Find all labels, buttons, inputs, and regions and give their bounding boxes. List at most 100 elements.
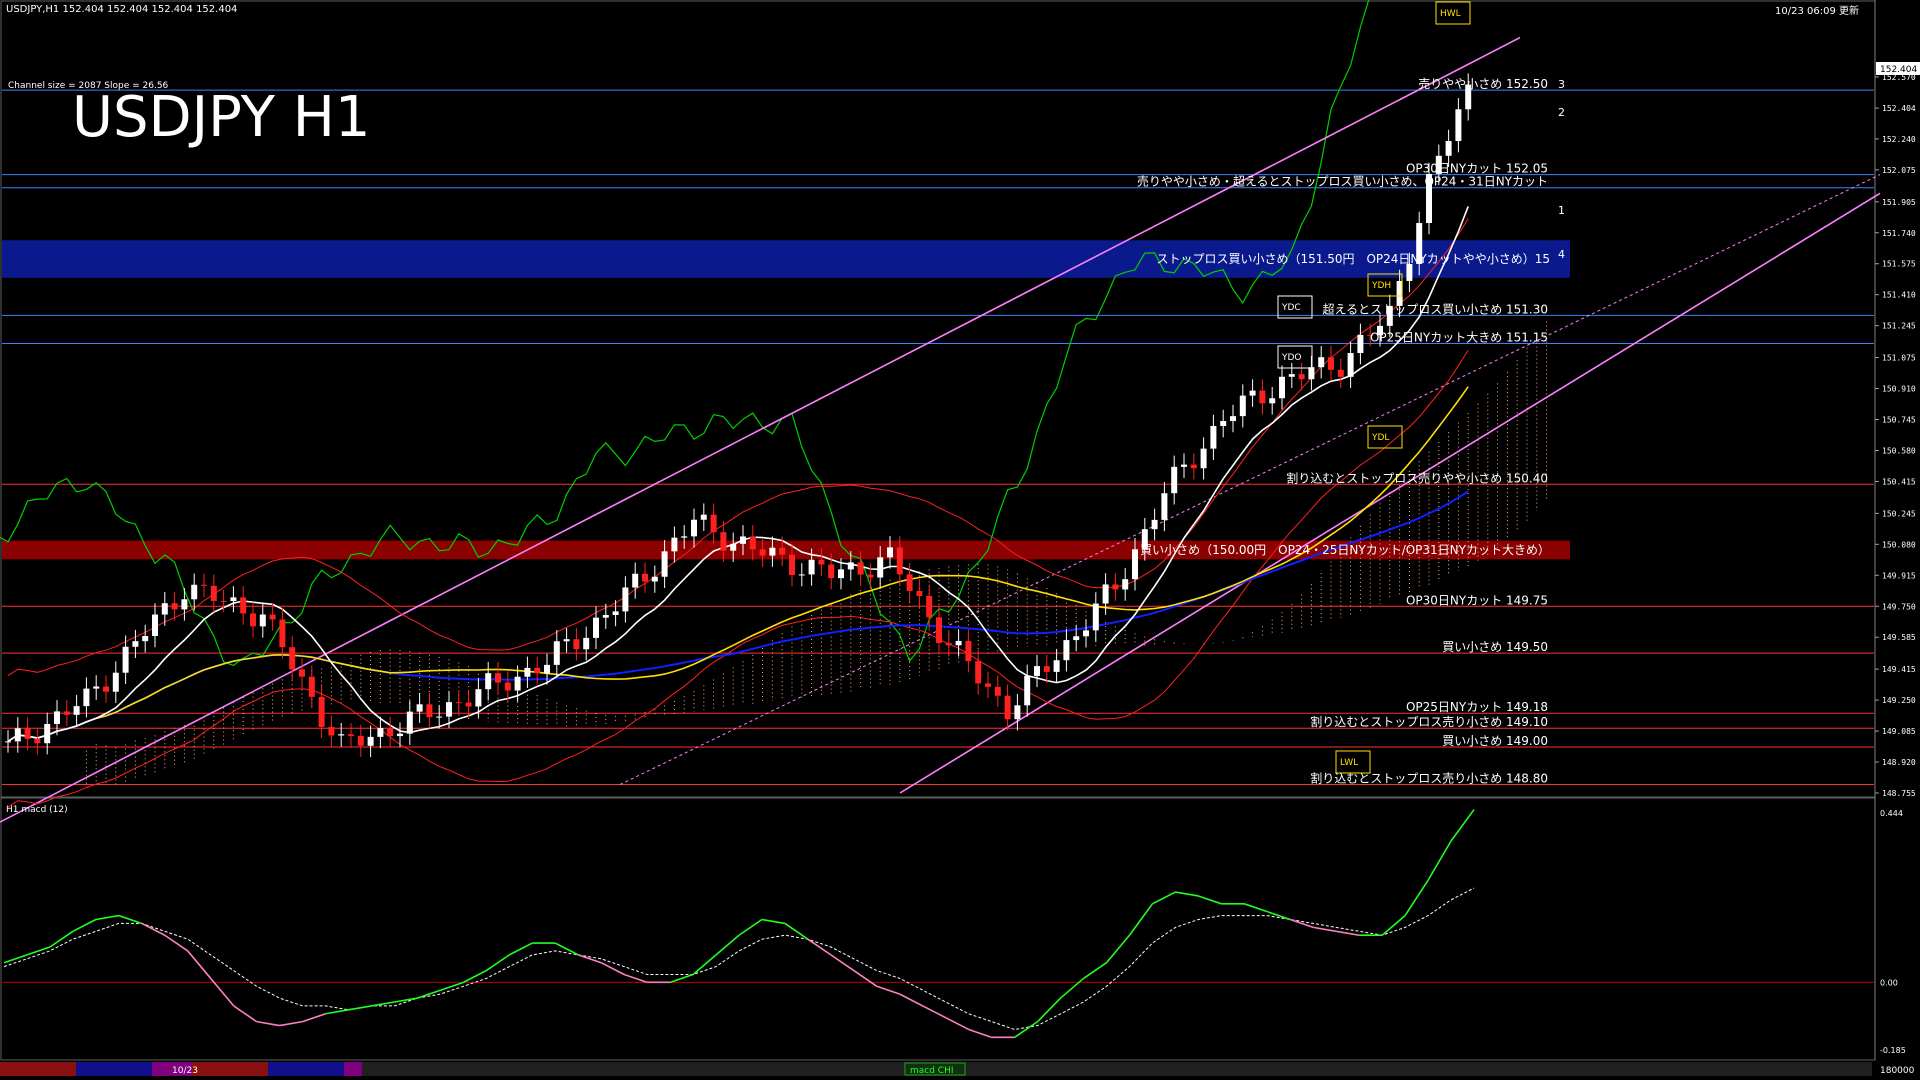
y-tick-label: 151.905 <box>1882 198 1916 207</box>
candle-body <box>1318 357 1325 368</box>
candle-body <box>318 696 325 727</box>
candle-body <box>1249 390 1256 396</box>
candle-body <box>308 676 315 697</box>
candle-body <box>651 576 658 582</box>
macd-zero-label: 0.00 <box>1880 978 1898 987</box>
candle-body <box>916 590 923 596</box>
candle-body <box>1034 666 1040 676</box>
price-level-label: OP25日NYカット 149.18 <box>1406 700 1548 714</box>
update-timestamp: 10/23 06:09 更新 <box>1775 4 1859 17</box>
candle-body <box>1239 395 1246 417</box>
y-tick-label: 149.250 <box>1882 696 1916 705</box>
y-tick-label: 151.245 <box>1882 322 1916 331</box>
y-tick-label: 150.080 <box>1882 540 1916 549</box>
candle-body <box>1043 666 1050 672</box>
candle-body <box>681 536 688 538</box>
candle-body <box>1092 603 1099 631</box>
box-marker-label: YDC <box>1281 303 1301 313</box>
candle-body <box>181 599 188 610</box>
candle-body <box>34 738 41 744</box>
y-tick-label: 148.755 <box>1882 789 1916 798</box>
price-level-label: 割り込むとストップロス売り小さめ 149.10 <box>1310 714 1548 729</box>
candle-body <box>808 559 815 575</box>
candle-body <box>1073 636 1080 641</box>
candle-body <box>877 557 884 578</box>
candle-body <box>1259 390 1266 404</box>
chart-title: USDJPY H1 <box>72 85 370 150</box>
candle-body <box>955 640 962 646</box>
candle-body <box>828 564 835 579</box>
box-marker-label: HWL <box>1440 9 1461 19</box>
price-level-label: 売りやや小さめ・超えるとストップロス買い小さめ、OP24・31日NYカット <box>1137 174 1548 189</box>
candle-body <box>1102 584 1109 604</box>
candle-body <box>1181 464 1187 467</box>
candle-body <box>1269 398 1276 404</box>
candle-body <box>377 728 384 737</box>
y-tick-label: 152.240 <box>1882 135 1916 144</box>
candle-body <box>593 617 599 638</box>
price-level-label: 買い小さめ 149.00 <box>1442 734 1548 748</box>
current-price-label: 152.404 <box>1880 65 1917 75</box>
candle-body <box>1063 640 1070 661</box>
channel-label: 3 <box>1558 78 1565 91</box>
candle-body <box>14 728 21 742</box>
candle-body <box>455 702 462 704</box>
candle-body <box>220 600 227 602</box>
y-tick-label: 151.075 <box>1882 354 1916 363</box>
candle-body <box>602 614 609 618</box>
candle-body <box>975 661 982 684</box>
candle-body <box>544 664 550 674</box>
candle-body <box>1161 493 1168 520</box>
candle-body <box>112 672 119 692</box>
price-level-label: 割り込むとストップロス売り小さめ 148.80 <box>1310 771 1548 786</box>
footer-right-value: 180000 <box>1880 1066 1915 1076</box>
candle-body <box>240 597 247 614</box>
candle-body <box>152 614 158 637</box>
candle-body <box>730 543 737 551</box>
candle-body <box>142 636 149 642</box>
candle-body <box>700 514 707 520</box>
candle-body <box>965 640 972 662</box>
candle-body <box>926 595 933 618</box>
candle-body <box>132 641 139 647</box>
candle-body <box>769 547 776 556</box>
candle-body <box>906 574 913 591</box>
y-tick-label: 149.085 <box>1882 727 1916 736</box>
price-level-label: 割り込むとストップロス売りやや小さめ 150.40 <box>1286 470 1548 485</box>
candle-body <box>103 686 109 692</box>
candle-body <box>887 547 893 558</box>
channel-label: 1 <box>1558 204 1565 217</box>
price-level-label: 売りやや小さめ 152.50 <box>1418 76 1548 91</box>
macd-top-label: 0.444 <box>1880 809 1903 818</box>
candle-body <box>485 673 492 690</box>
candle-body <box>798 574 805 576</box>
candle-body <box>1083 630 1089 637</box>
candle-body <box>63 711 70 715</box>
candle-body <box>720 532 727 551</box>
candle-body <box>1024 675 1031 706</box>
candle-body <box>259 614 266 627</box>
candle-body <box>994 686 1001 696</box>
candle-body <box>818 559 825 565</box>
candle-body <box>671 537 678 552</box>
candle-body <box>563 639 570 642</box>
candle-body <box>1357 334 1364 354</box>
candle-body <box>397 733 403 737</box>
channel-label: 4 <box>1558 248 1565 261</box>
candle-body <box>838 569 844 579</box>
candle-body <box>622 587 629 612</box>
candle-body <box>514 676 521 691</box>
zone-label: ストップロス買い小さめ（151.50円 OP24日NYカットやや小さめ）15 <box>1156 252 1550 266</box>
candle-body <box>789 554 795 576</box>
y-tick-label: 149.415 <box>1882 665 1916 674</box>
candle-body <box>779 547 786 555</box>
footer-date: 10/23 <box>172 1066 198 1076</box>
candle-body <box>54 711 60 724</box>
candle-body <box>1328 357 1334 370</box>
candle-body <box>269 614 276 620</box>
candle-body <box>749 536 756 550</box>
candle-body <box>1112 584 1119 590</box>
y-tick-label: 152.404 <box>1882 104 1916 113</box>
candle-body <box>230 597 237 602</box>
candle-body <box>896 547 903 575</box>
